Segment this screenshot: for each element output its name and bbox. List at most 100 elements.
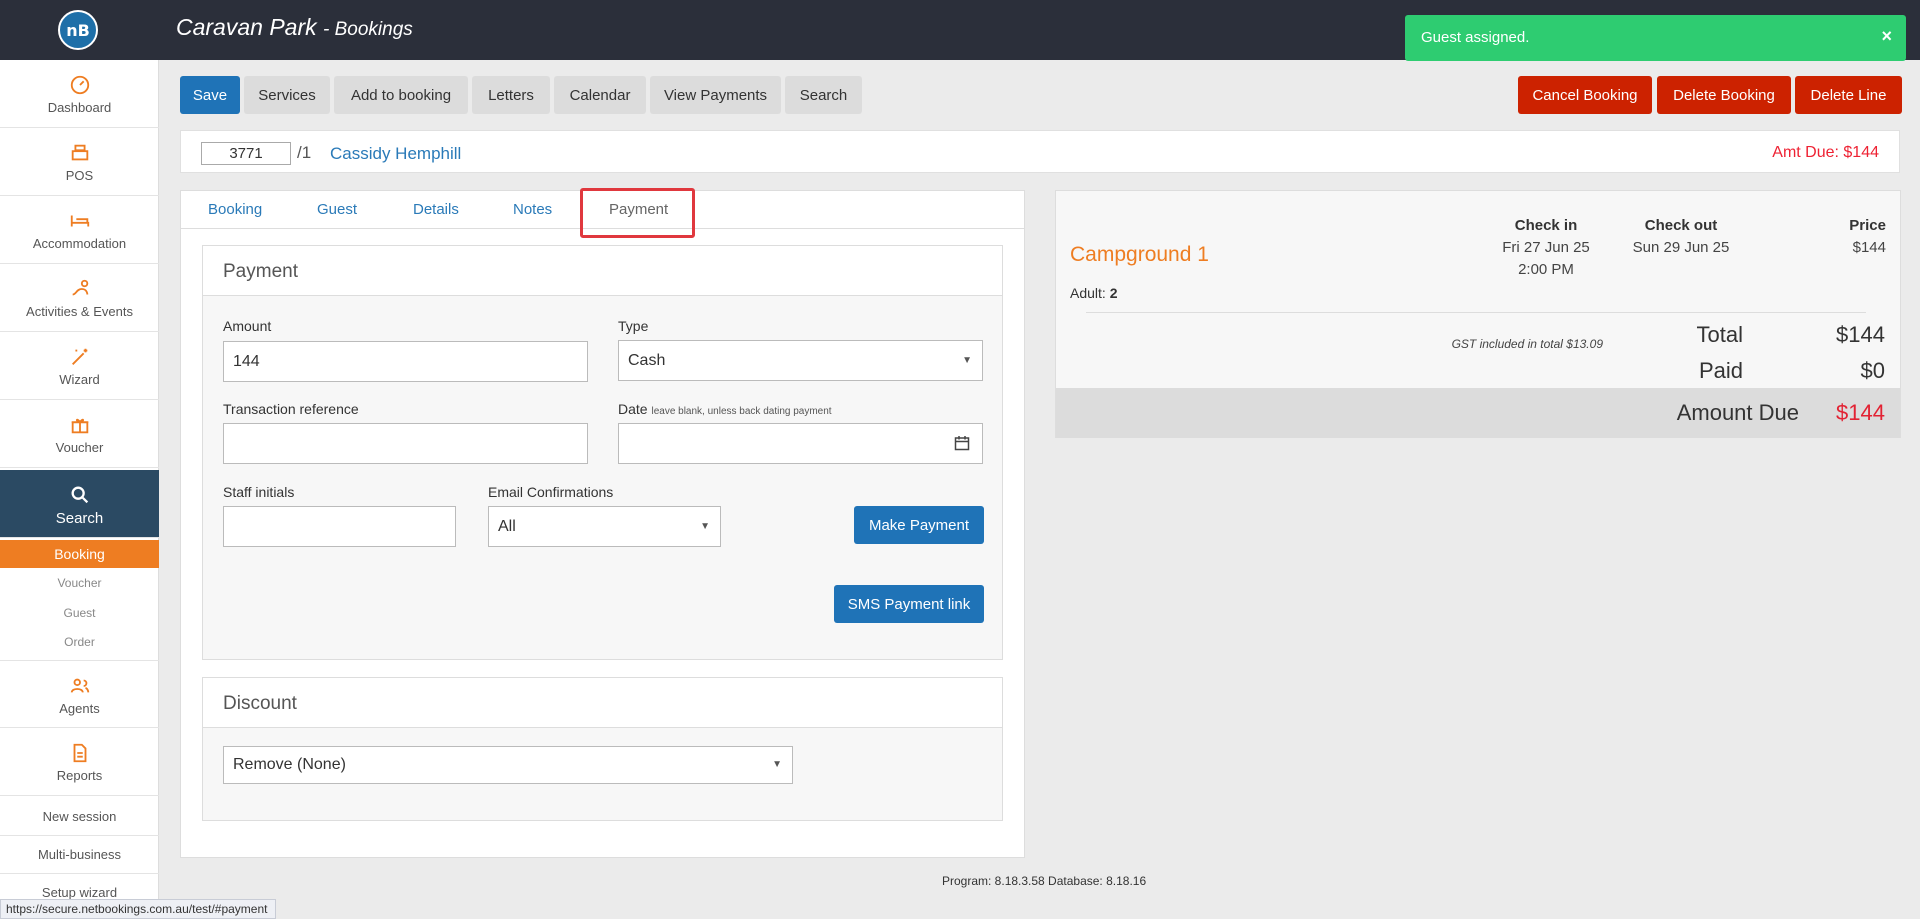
amount-label: Amount (223, 318, 272, 334)
app-logo[interactable]: nB (58, 10, 98, 50)
summary-divider (1086, 312, 1866, 313)
cancel-booking-button[interactable]: Cancel Booking (1518, 76, 1652, 114)
email-confirmations-select[interactable]: All ▼ (488, 506, 721, 547)
tab-notes[interactable]: Notes (513, 201, 552, 218)
payment-section-header: Payment (203, 246, 1002, 296)
check-out-date: Sun 29 Jun 25 (1632, 239, 1730, 256)
bed-icon (70, 215, 89, 227)
chevron-down-icon: ▼ (962, 355, 972, 366)
payment-type-value: Cash (628, 352, 666, 369)
new-session-link[interactable]: New session (0, 798, 159, 836)
date-input[interactable] (618, 423, 983, 464)
multi-business-link[interactable]: Multi-business (0, 836, 159, 874)
search-button[interactable]: Search (785, 76, 862, 114)
chevron-down-icon: ▼ (700, 521, 710, 532)
payment-section: Payment Amount 144 Type Cash ▼ Transacti… (202, 245, 1003, 660)
app-name: Caravan Park (176, 14, 317, 40)
discount-section: Discount Remove (None) ▼ (202, 677, 1003, 821)
price-value: $144 (1852, 239, 1886, 256)
agents-icon (70, 678, 89, 693)
sidebar-item-dashboard[interactable]: Dashboard (0, 60, 159, 128)
amount-due-value: $144 (1836, 400, 1885, 425)
sidebar-item-search[interactable]: Search (0, 470, 159, 538)
paid-label: Paid (1698, 358, 1743, 383)
sidebar: Dashboard POS Accommodation Activities &… (0, 60, 159, 919)
services-button[interactable]: Services (244, 76, 330, 114)
save-button[interactable]: Save (180, 76, 240, 114)
transaction-reference-input[interactable] (223, 423, 588, 464)
type-label: Type (618, 318, 649, 334)
guest-name-link[interactable]: Cassidy Hemphill (330, 144, 461, 164)
version-footer: Program: 8.18.3.58 Database: 8.18.16 (942, 874, 1147, 888)
discount-value: Remove (None) (233, 756, 346, 773)
payment-type-select[interactable]: Cash ▼ (618, 340, 983, 381)
sidebar-item-label: Activities & Events (26, 304, 133, 319)
sidebar-item-accommodation[interactable]: Accommodation (0, 196, 159, 264)
staff-initials-input[interactable] (223, 506, 456, 547)
amount-due-badge: Amt Due: $144 (1772, 144, 1879, 161)
adult-count-value: 2 (1109, 285, 1118, 301)
gift-icon (71, 418, 88, 434)
date-hint: leave blank, unless back dating payment (651, 406, 832, 417)
letters-button[interactable]: Letters (472, 76, 550, 114)
staff-initials-label: Staff initials (223, 484, 295, 500)
activities-icon (72, 279, 88, 296)
delete-line-button[interactable]: Delete Line (1795, 76, 1902, 114)
subnav-voucher[interactable]: Voucher (0, 576, 159, 590)
subnav-booking[interactable]: Booking (0, 540, 159, 568)
page-subtitle: - Bookings (323, 19, 413, 40)
subnav-order[interactable]: Order (0, 635, 159, 649)
site-name[interactable]: Campground 1 (1070, 243, 1209, 267)
sms-payment-link-button[interactable]: SMS Payment link (834, 585, 984, 623)
add-to-booking-button[interactable]: Add to booking (334, 76, 468, 114)
booking-number-field[interactable]: 3771 (201, 142, 291, 165)
payment-section-title: Payment (223, 261, 298, 282)
transaction-reference-label: Transaction reference (223, 401, 359, 417)
booking-header: 3771 /1 Cassidy Hemphill Amt Due: $144 (180, 130, 1900, 173)
browser-status-bar: https://secure.netbookings.com.au/test/#… (0, 899, 276, 919)
sidebar-item-wizard[interactable]: Wizard (0, 332, 159, 400)
sidebar-item-agents[interactable]: Agents (0, 660, 159, 728)
make-payment-button[interactable]: Make Payment (854, 506, 984, 544)
discount-section-header: Discount (203, 678, 1002, 728)
tab-booking[interactable]: Booking (208, 201, 262, 218)
sidebar-item-label: Wizard (59, 372, 100, 387)
sidebar-item-label: Reports (56, 768, 103, 783)
booking-detail-panel: Booking Guest Details Notes Payment Paym… (180, 188, 1025, 858)
sidebar-item-label: Search (55, 510, 104, 527)
amount-due-label: Amount Due (1676, 400, 1799, 425)
subnav-guest[interactable]: Guest (0, 606, 159, 620)
date-label-text: Date (618, 401, 648, 417)
sidebar-item-activities[interactable]: Activities & Events (0, 264, 159, 332)
sidebar-item-reports[interactable]: Reports (0, 728, 159, 796)
sidebar-item-label: Voucher (55, 440, 104, 455)
check-in-time: 2:00 PM (1518, 261, 1574, 278)
check-out-header: Check out (1644, 217, 1718, 234)
sidebar-item-label: Accommodation (32, 236, 127, 251)
discount-select[interactable]: Remove (None) ▼ (223, 746, 793, 784)
view-payments-button[interactable]: View Payments (650, 76, 781, 114)
check-in-header: Check in (1514, 217, 1578, 234)
calendar-button[interactable]: Calendar (554, 76, 646, 114)
dashboard-icon (70, 75, 89, 95)
calendar-icon[interactable] (954, 435, 970, 451)
amount-input[interactable]: 144 (223, 341, 588, 382)
total-value: $144 (1836, 322, 1885, 347)
tab-bar: Booking Guest Details Notes Payment (181, 188, 1024, 238)
sidebar-item-pos[interactable]: POS (0, 128, 159, 196)
check-in-date: Fri 27 Jun 25 (1502, 239, 1590, 256)
date-label: Date leave blank, unless back dating pay… (618, 401, 832, 417)
tab-guest[interactable]: Guest (317, 201, 357, 218)
search-icon (71, 486, 88, 504)
chevron-down-icon: ▼ (772, 759, 782, 770)
delete-booking-button[interactable]: Delete Booking (1657, 76, 1791, 114)
toast-notification: Guest assigned. × (1405, 15, 1906, 61)
tab-details[interactable]: Details (413, 201, 459, 218)
sidebar-item-voucher[interactable]: Voucher (0, 400, 159, 468)
register-icon (71, 144, 88, 161)
adult-count: Adult: 2 (1070, 285, 1118, 301)
booking-line-suffix: /1 (297, 143, 312, 162)
toast-close-icon[interactable]: × (1881, 26, 1892, 47)
sidebar-item-label: Dashboard (47, 100, 112, 115)
tab-payment[interactable]: Payment (609, 201, 668, 218)
